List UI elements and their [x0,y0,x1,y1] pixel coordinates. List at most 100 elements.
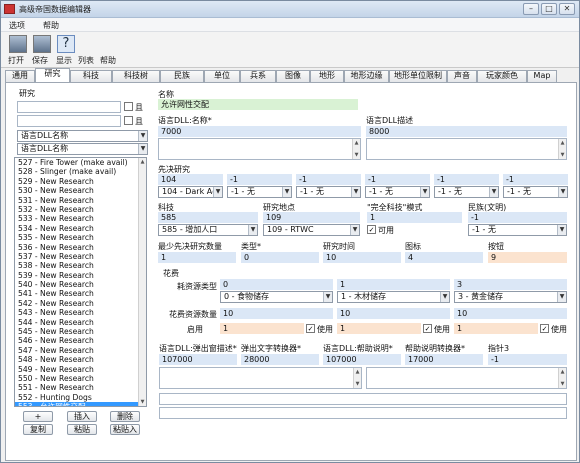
add-button[interactable]: + [23,411,53,422]
lang-desc-field[interactable]: 8000 [366,126,567,137]
help-button-label[interactable]: 帮助 [100,55,116,66]
delete-button[interactable]: 删除 [110,411,140,422]
extra-text-2[interactable] [159,407,567,419]
list-item[interactable]: 540 - New Research [15,280,146,289]
tab-terrain-restrictions[interactable]: 地形单位限制 [389,70,447,82]
button-field[interactable]: 9 [488,252,567,263]
save-button-label[interactable]: 保存 [32,55,48,66]
scroll-down-icon[interactable]: ▼ [560,152,565,158]
tab-graphics[interactable]: 图像 [276,70,310,82]
location-select[interactable]: 109 - RTWC ▼ [263,224,360,236]
list-item[interactable]: 548 - New Research [15,355,146,364]
time-field[interactable]: 10 [323,252,401,263]
list-item[interactable]: 532 - New Research [15,205,146,214]
lang-name-text[interactable]: ▲ ▼ [158,138,361,160]
search-input-1[interactable] [17,101,121,113]
list-item[interactable]: 541 - New Research [15,289,146,298]
list-item[interactable]: 550 - New Research [15,374,146,383]
prereq-select-3[interactable]: -1 - 无 ▼ [296,186,361,198]
type-field[interactable]: 0 [241,252,319,263]
list-item[interactable]: 552 - Hunting Dogs [15,393,146,402]
lang-name-field[interactable]: 7000 [158,126,361,137]
and-checkbox-2[interactable] [124,116,133,125]
resource-type-select-2[interactable]: 1 - 木材储存 ▼ [337,291,450,303]
list-item[interactable]: 531 - New Research [15,196,146,205]
prereq-select-1[interactable]: 104 - Dark Ag ▼ [158,186,223,198]
search-input-2[interactable] [17,115,121,127]
enable-checkbox-2[interactable]: ✓ [423,324,432,333]
scroll-up-icon[interactable]: ▲ [354,140,359,146]
show-button-label[interactable]: 显示 [56,55,72,66]
scroll-down-icon[interactable]: ▼ [140,399,145,405]
civ-select[interactable]: -1 - 无 ▼ [468,224,567,236]
pointer-field[interactable]: -1 [488,354,567,365]
list-item[interactable]: 543 - New Research [15,308,146,317]
list-item[interactable]: 545 - New Research [15,327,146,336]
list-item[interactable]: 546 - New Research [15,336,146,345]
title-bar[interactable]: 高级帝国数据编辑器 – □ ✕ [1,1,579,18]
list-item[interactable]: 534 - New Research [15,224,146,233]
scroll-up-icon[interactable]: ▲ [560,140,565,146]
popup-text-scrollbar[interactable]: ▲ ▼ [353,368,361,388]
scroll-up-icon[interactable]: ▲ [355,369,360,375]
scroll-down-icon[interactable]: ▼ [354,152,359,158]
prereq-field-5[interactable]: -1 [434,174,499,185]
prereq-field-4[interactable]: -1 [365,174,430,185]
scroll-up-icon[interactable]: ▲ [140,159,145,165]
prereq-select-4[interactable]: -1 - 无 ▼ [365,186,430,198]
folder-icon[interactable] [9,35,27,53]
list-button-label[interactable]: 列表 [78,55,94,66]
resource-type-select-1[interactable]: 0 - 食物储存 ▼ [220,291,333,303]
enable-field-2[interactable]: 1 [337,323,421,334]
scroll-up-icon[interactable]: ▲ [560,369,565,375]
tab-terrain[interactable]: 地形 [310,70,344,82]
menu-options[interactable]: 选项 [9,20,25,31]
help-icon[interactable]: ? [57,35,75,53]
tab-sounds[interactable]: 声音 [447,70,477,82]
list-item[interactable]: 533 - New Research [15,214,146,223]
help-text[interactable]: ▲ ▼ [366,367,567,389]
list-item[interactable]: 536 - New Research [15,243,146,252]
resource-amount-field-3[interactable]: 10 [454,308,567,319]
tab-research[interactable]: 研究 [35,68,70,82]
paste-button[interactable]: 粘贴 [67,424,97,435]
and-checkbox-1[interactable] [124,102,133,111]
maximize-button[interactable]: □ [541,3,557,15]
prereq-select-2[interactable]: -1 - 无 ▼ [227,186,292,198]
prereq-field-2[interactable]: -1 [227,174,292,185]
copy-button[interactable]: 复制 [23,424,53,435]
enable-field-3[interactable]: 1 [454,323,538,334]
save-icon[interactable] [33,35,51,53]
tab-units[interactable]: 单位 [204,70,240,82]
filter-select-2[interactable]: 语言DLL名称 ▼ [17,143,148,155]
full-tech-checkbox[interactable]: ✓ [367,225,376,234]
research-list[interactable]: 527 - Fire Tower (make avail) 528 - Sling… [14,157,147,407]
resource-type-field-1[interactable]: 0 [220,279,333,290]
tab-tech[interactable]: 科技 [70,70,112,82]
list-item[interactable]: 535 - New Research [15,233,146,242]
tab-general[interactable]: 通用 [5,70,35,82]
popup-field[interactable]: 107000 [159,354,237,365]
list-item[interactable]: 539 - New Research [15,271,146,280]
tab-map[interactable]: Map [527,70,557,82]
list-item[interactable]: 527 - Fire Tower (make avail) [15,158,146,167]
paste-insert-button[interactable]: 粘贴入 [110,424,140,435]
tab-civs[interactable]: 民族 [160,70,204,82]
enable-field-1[interactable]: 1 [220,323,304,334]
list-item[interactable]: 537 - New Research [15,252,146,261]
list-item[interactable]: 542 - New Research [15,299,146,308]
resource-amount-field-1[interactable]: 10 [220,308,333,319]
lang-name-scrollbar[interactable]: ▲ ▼ [352,139,360,159]
tab-player-colors[interactable]: 玩家颜色 [477,70,527,82]
tab-tech-tree[interactable]: 科技树 [112,70,160,82]
tech-field[interactable]: 585 [158,212,258,223]
list-item[interactable]: 529 - New Research [15,177,146,186]
extra-text-1[interactable] [159,393,567,405]
scroll-down-icon[interactable]: ▼ [560,381,565,387]
popup-conv-field[interactable]: 28000 [241,354,319,365]
list-item[interactable]: 530 - New Research [15,186,146,195]
minimize-button[interactable]: – [523,3,539,15]
tech-select[interactable]: 585 - 增加人口 ▼ [158,224,258,236]
lang-desc-scrollbar[interactable]: ▲ ▼ [558,139,566,159]
list-item[interactable]: 547 - New Research [15,346,146,355]
